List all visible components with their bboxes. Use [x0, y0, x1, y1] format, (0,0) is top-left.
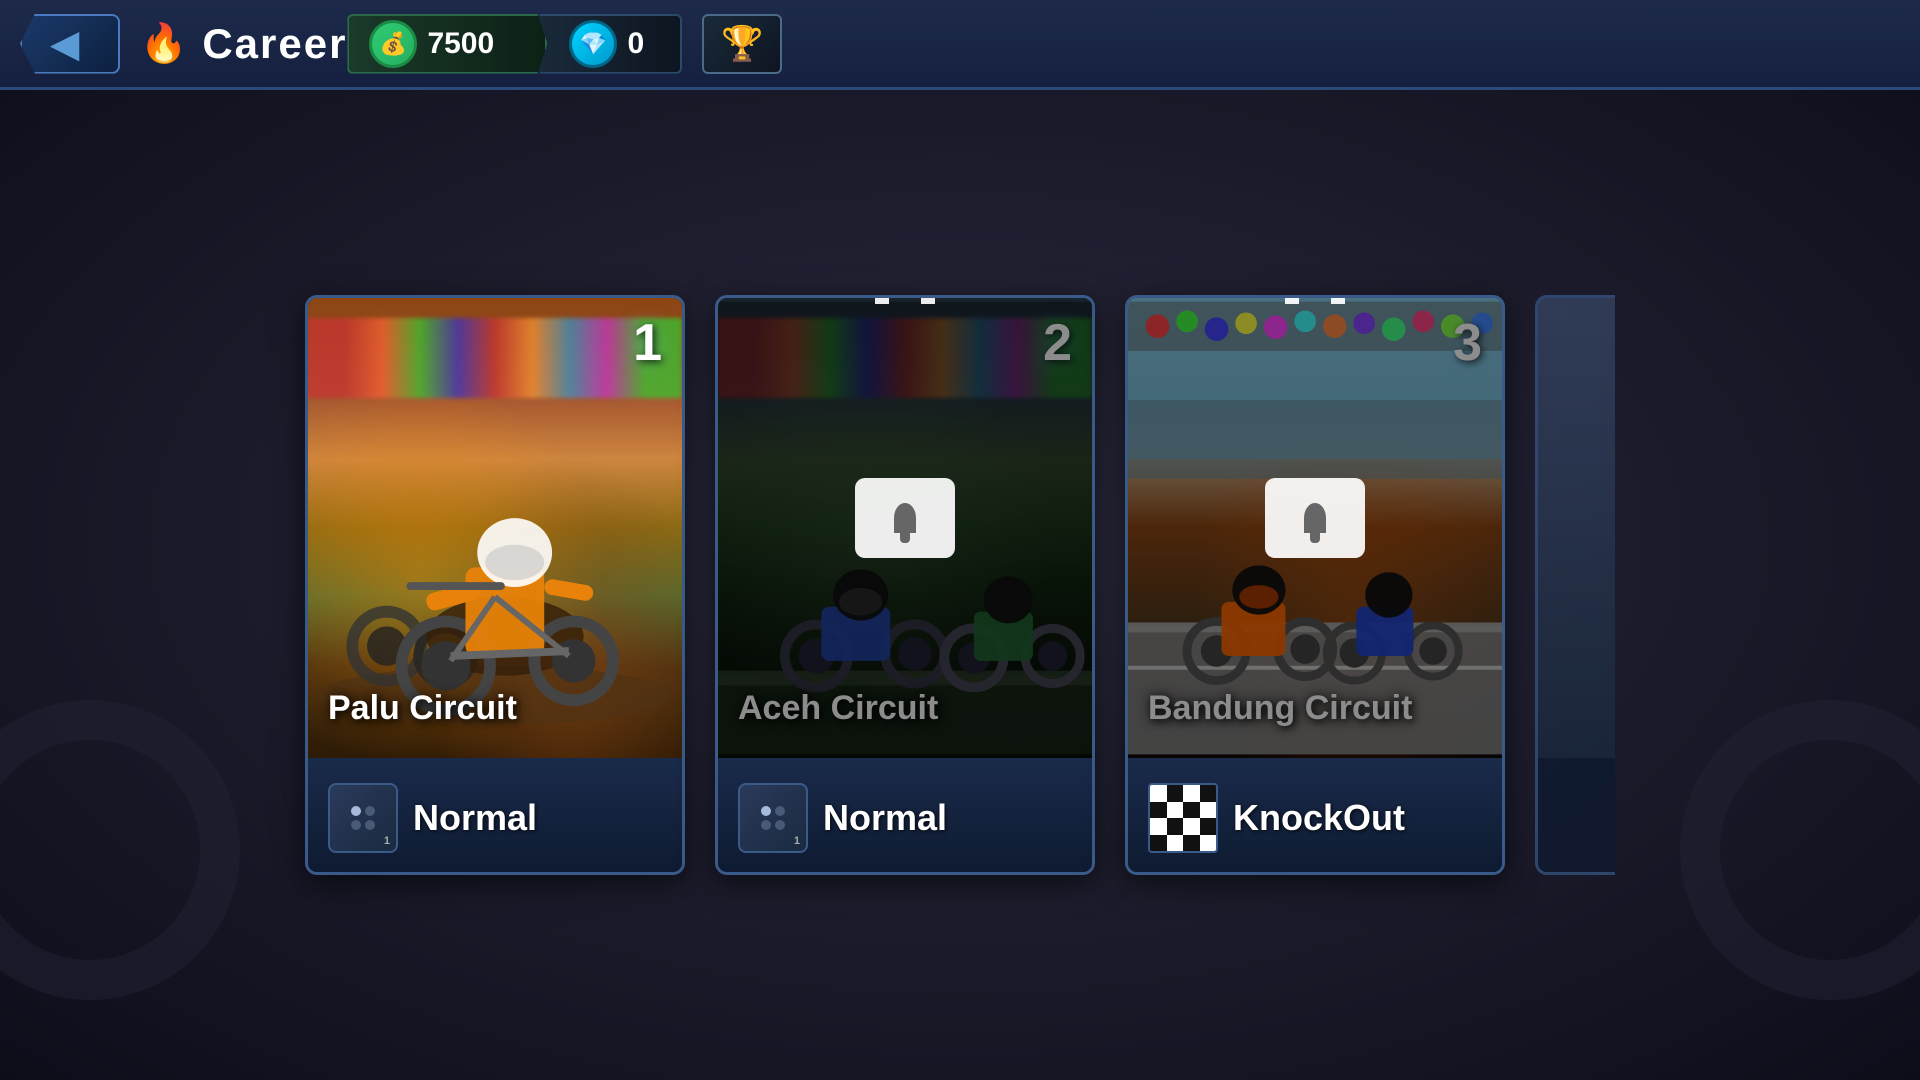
partial-card-4 [1535, 295, 1615, 875]
page-title: Career [202, 20, 347, 68]
header-currency-area: 💰 7500 💎 0 🏆 [347, 14, 782, 74]
palu-mode-icon: 1 [328, 783, 398, 853]
circuit-card-bandung[interactable]: 3 Bandung Circuit [1125, 295, 1505, 875]
gems-box: 💎 0 [532, 14, 682, 74]
palu-mode-label: Normal [413, 797, 537, 839]
gem-icon: 💎 [569, 20, 617, 68]
palu-circuit-image: 1 Palu Circuit [308, 298, 682, 758]
bandung-mode-label: KnockOut [1233, 797, 1405, 839]
aceh-lock-icon [845, 458, 965, 598]
knockout-icon [1148, 783, 1218, 853]
back-arrow-icon: ◀ [51, 23, 79, 65]
aceh-card-bottom: 1 Normal [718, 758, 1092, 875]
partial-card-image [1538, 298, 1615, 758]
cash-icon: 💰 [369, 20, 417, 68]
back-button[interactable]: ◀ [20, 14, 120, 74]
header-left: ◀ 🔥 Career [0, 14, 347, 74]
header-title-area: 🔥 Career [140, 20, 347, 68]
flame-icon: 🔥 [140, 22, 187, 66]
bandung-lock-overlay [1128, 298, 1502, 758]
trophy-icon: 🏆 [721, 24, 763, 64]
aceh-circuit-image: 2 Aceh Circuit [718, 298, 1092, 758]
partial-card-bottom [1538, 758, 1615, 875]
bandung-card-bottom: KnockOut [1128, 758, 1502, 875]
palu-card-bottom: 1 Normal [308, 758, 682, 875]
bandung-circuit-image: 3 Bandung Circuit [1128, 298, 1502, 758]
palu-number: 1 [633, 313, 662, 373]
trophy-box[interactable]: 🏆 [702, 14, 782, 74]
header: ◀ 🔥 Career 💰 7500 💎 0 🏆 [0, 0, 1920, 90]
bandung-lock-icon [1255, 458, 1375, 598]
gems-value: 0 [627, 27, 644, 61]
circuit-card-aceh[interactable]: 2 Aceh Circuit 1 Normal [715, 295, 1095, 875]
main-content: 1 Palu Circuit 1 Normal [0, 90, 1920, 1080]
aceh-lock-overlay [718, 298, 1092, 758]
cash-value: 7500 [427, 27, 494, 61]
circuit-card-palu[interactable]: 1 Palu Circuit 1 Normal [305, 295, 685, 875]
palu-name: Palu Circuit [328, 689, 517, 728]
aceh-mode-label: Normal [823, 797, 947, 839]
cash-box: 💰 7500 [347, 14, 547, 74]
aceh-mode-icon: 1 [738, 783, 808, 853]
